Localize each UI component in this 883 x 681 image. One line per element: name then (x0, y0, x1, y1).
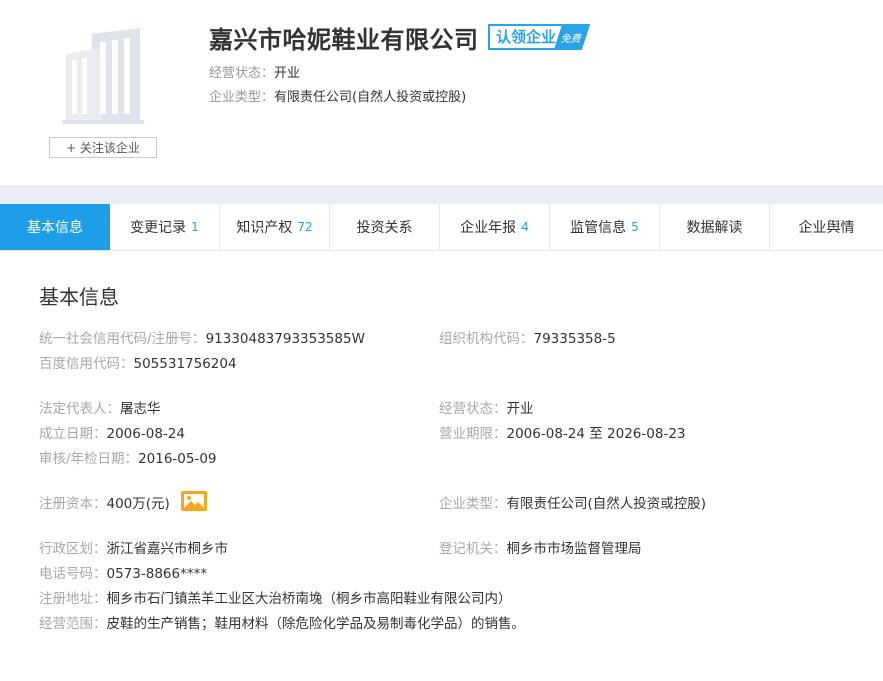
tab-count: 5 (631, 220, 639, 234)
address-row: 注册地址：桐乡市石门镇羔羊工业区大治桥南堍（桐乡市高阳鞋业有限公司内） (39, 587, 512, 607)
status-value: 开业 (506, 401, 534, 417)
tab-count: 4 (521, 220, 529, 234)
authority-row: 登记机关：桐乡市市场监督管理局 (439, 537, 642, 557)
field-label: 注册资本： (39, 496, 107, 512)
address-value: 桐乡市石门镇羔羊工业区大治桥南堍（桐乡市高阳鞋业有限公司内） (106, 591, 512, 607)
tab-label: 基本信息 (27, 220, 83, 236)
tab-public-opinion[interactable]: 企业舆情 (770, 204, 883, 250)
credit-code-row: 统一社会信用代码/注册号：91330483793353585W (39, 327, 365, 347)
field-label: 百度信用代码： (39, 356, 134, 372)
legal-rep-value: 屠志华 (120, 401, 161, 417)
founded-row: 成立日期：2006-08-24 (39, 422, 185, 442)
field-label: 营业期限： (439, 426, 507, 442)
field-label: 组织机构代码： (439, 331, 534, 347)
image-icon[interactable] (180, 490, 208, 512)
term-row: 营业期限：2006-08-24 至 2026-08-23 (439, 422, 686, 442)
founded-value: 2006-08-24 (106, 426, 185, 442)
field-label: 登记机关： (439, 541, 507, 557)
field-label: 法定代表人： (39, 401, 120, 417)
tab-label: 数据解读 (686, 220, 743, 236)
phone-row: 电话号码：0573-8866**** (39, 562, 207, 582)
audit-row: 审核/年检日期：2016-05-09 (39, 447, 217, 467)
tab-label: 监管信息 (570, 220, 627, 236)
capital-row: 注册资本：400万(元) (39, 490, 208, 515)
region-row: 行政区划：浙江省嘉兴市桐乡市 (39, 537, 228, 557)
type-label: 企业类型： (209, 90, 275, 105)
term-value: 2006-08-24 至 2026-08-23 (506, 426, 686, 442)
tab-label: 知识产权 (236, 220, 293, 236)
tab-investment[interactable]: 投资关系 (330, 204, 440, 250)
company-header: + 关注该企业 嘉兴市哈妮鞋业有限公司 认领企业 免费 经营状态：开业 企业类型… (0, 0, 883, 185)
status-row: 经营状态：开业 (439, 397, 534, 417)
field-label: 企业类型： (439, 496, 507, 512)
header-type-row: 企业类型：有限责任公司(自然人投资或控股) (209, 86, 466, 105)
claim-badge-label: 认领企业 (488, 24, 563, 50)
field-label: 审核/年检日期： (39, 451, 139, 467)
field-label: 行政区划： (39, 541, 107, 557)
field-label: 经营范围： (39, 616, 107, 632)
tab-label: 投资关系 (356, 220, 413, 236)
follow-company-button[interactable]: + 关注该企业 (49, 137, 157, 158)
tab-label: 变更记录 (130, 220, 187, 236)
region-value: 浙江省嘉兴市桐乡市 (106, 541, 229, 557)
section-title: 基本信息 (39, 285, 119, 309)
tab-count: 72 (297, 220, 313, 234)
company-type-value: 有限责任公司(自然人投资或控股) (506, 496, 707, 512)
status-label: 经营状态： (209, 66, 275, 81)
divider-band (0, 185, 883, 204)
tab-label: 企业舆情 (798, 220, 855, 236)
scope-value: 皮鞋的生产销售；鞋用材料（除危险化学品及易制毒化学品）的销售。 (106, 616, 526, 632)
tab-basic-info[interactable]: 基本信息 (0, 204, 110, 250)
phone-value: 0573-8866**** (106, 566, 208, 582)
org-code-value: 79335358-5 (533, 331, 616, 347)
field-label: 电话号码： (39, 566, 107, 582)
header-status-row: 经营状态：开业 (209, 62, 300, 81)
tab-annual-reports[interactable]: 企业年报 4 (440, 204, 550, 250)
authority-value: 桐乡市市场监督管理局 (506, 541, 642, 557)
tab-label: 企业年报 (460, 220, 517, 236)
baidu-code-value: 505531756204 (133, 356, 237, 372)
field-label: 注册地址： (39, 591, 107, 607)
company-name: 嘉兴市哈妮鞋业有限公司 (209, 26, 479, 54)
tab-regulatory[interactable]: 监管信息 5 (550, 204, 660, 250)
tab-intellectual-property[interactable]: 知识产权 72 (220, 204, 330, 250)
field-label: 统一社会信用代码/注册号： (39, 331, 206, 347)
field-label: 经营状态： (439, 401, 507, 417)
tab-count: 1 (191, 220, 199, 234)
building-icon (62, 28, 144, 124)
company-type-row: 企业类型：有限责任公司(自然人投资或控股) (439, 492, 706, 512)
credit-code-value: 91330483793353585W (205, 331, 365, 347)
field-label: 成立日期： (39, 426, 107, 442)
legal-rep-row: 法定代表人：屠志华 (39, 397, 161, 417)
audit-value: 2016-05-09 (138, 451, 217, 467)
tab-bar: 基本信息 变更记录 1 知识产权 72 投资关系 企业年报 4 监管信息 5 数据解读 … (0, 204, 883, 251)
tab-change-records[interactable]: 变更记录 1 (110, 204, 220, 250)
capital-value: 400万(元) (106, 496, 170, 512)
tab-data-analysis[interactable]: 数据解读 (660, 204, 770, 250)
type-value: 有限责任公司(自然人投资或控股) (274, 90, 467, 105)
status-value: 开业 (274, 66, 301, 81)
scope-row: 经营范围：皮鞋的生产销售；鞋用材料（除危险化学品及易制毒化学品）的销售。 (39, 612, 525, 632)
baidu-code-row: 百度信用代码：505531756204 (39, 352, 237, 372)
claim-company-badge[interactable]: 认领企业 免费 (488, 24, 591, 50)
org-code-row: 组织机构代码：79335358-5 (439, 327, 616, 347)
